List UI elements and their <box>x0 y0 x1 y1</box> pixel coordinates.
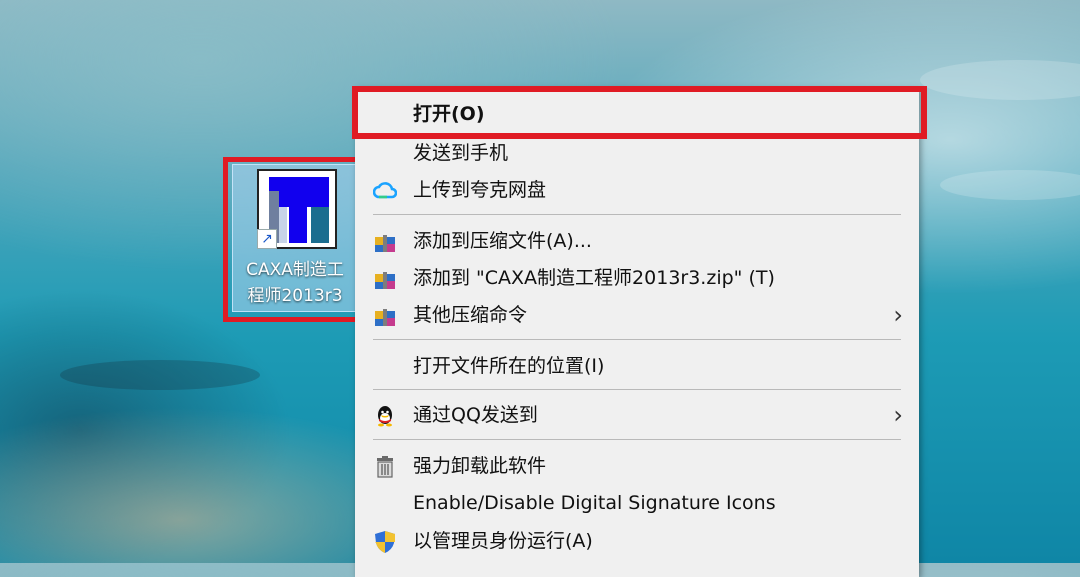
highlight-box-open <box>352 86 927 139</box>
menu-item-open-file-location[interactable]: 打开文件所在的位置(I) <box>355 348 919 384</box>
background-wave <box>940 170 1080 200</box>
menu-separator <box>373 214 901 215</box>
chevron-right-icon: › <box>893 301 903 329</box>
menu-item-run-as-admin[interactable]: 以管理员身份运行(A) <box>355 523 919 559</box>
uac-shield-icon <box>373 530 397 553</box>
menu-item-add-to-archive[interactable]: 添加到压缩文件(A)... <box>355 223 919 259</box>
menu-item-label: 强力卸载此软件 <box>413 455 547 477</box>
menu-separator <box>373 339 901 340</box>
menu-item-upload-quark[interactable]: 上传到夸克网盘 <box>355 172 919 208</box>
menu-item-label: 以管理员身份运行(A) <box>413 530 593 552</box>
menu-item-label: Enable/Disable Digital Signature Icons <box>413 492 776 514</box>
qq-penguin-icon <box>373 404 397 427</box>
menu-item-label: 发送到手机 <box>413 142 509 164</box>
background-wave <box>60 360 260 390</box>
menu-separator <box>373 389 901 390</box>
cloud-icon <box>372 179 398 201</box>
menu-item-send-to-phone[interactable]: 发送到手机 <box>355 135 919 171</box>
menu-separator <box>373 439 901 440</box>
menu-item-label: 上传到夸克网盘 <box>413 179 547 201</box>
menu-item-label: 打开文件所在的位置(I) <box>413 355 605 377</box>
menu-item-send-via-qq[interactable]: 通过QQ发送到 › <box>355 397 919 433</box>
menu-item-add-to-zip[interactable]: 添加到 "CAXA制造工程师2013r3.zip" (T) <box>355 260 919 296</box>
menu-item-digital-signature[interactable]: Enable/Disable Digital Signature Icons <box>355 485 919 521</box>
background-wave <box>920 60 1080 100</box>
menu-item-label: 通过QQ发送到 <box>413 404 538 426</box>
archive-icon <box>373 267 397 289</box>
archive-icon <box>373 304 397 326</box>
menu-item-label: 添加到压缩文件(A)... <box>413 230 592 252</box>
menu-item-force-uninstall[interactable]: 强力卸载此软件 <box>355 448 919 484</box>
archive-icon <box>373 230 397 252</box>
highlight-box-icon <box>223 157 361 322</box>
menu-item-label: 其他压缩命令 <box>413 304 528 326</box>
context-menu: 打开(O) 发送到手机 上传到夸克网盘 添加到压缩文件(A)... 添加到 "C… <box>355 87 919 577</box>
menu-item-other-compress[interactable]: 其他压缩命令 › <box>355 297 919 333</box>
menu-item-label: 添加到 "CAXA制造工程师2013r3.zip" (T) <box>413 267 775 289</box>
trash-icon <box>373 455 397 478</box>
chevron-right-icon: › <box>893 401 903 429</box>
